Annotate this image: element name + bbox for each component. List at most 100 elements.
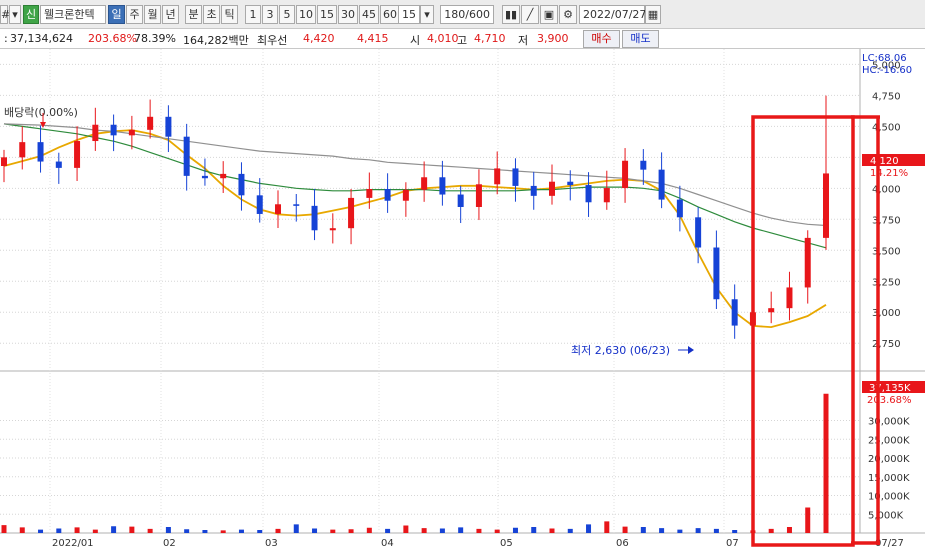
date-label: 04 [381, 538, 394, 549]
low-price: 3,900 [537, 32, 569, 45]
candle-body [622, 160, 629, 189]
date-label: 05 [500, 538, 513, 549]
volume-bar [604, 521, 610, 533]
chevron-down-icon[interactable]: ▾ [420, 5, 434, 24]
trade-amount: 164,282백만 [183, 34, 249, 47]
volume-bar [184, 529, 190, 533]
candle-body [37, 142, 44, 162]
volume-bar [1, 525, 7, 533]
volume-bar [56, 528, 62, 533]
candle-body [494, 168, 501, 185]
volume-tick-label: 30,000K [868, 417, 910, 428]
interval-3[interactable]: 3 [262, 5, 278, 24]
candle-body [366, 189, 373, 198]
tab-second[interactable]: 초 [203, 5, 220, 24]
candle-body [348, 197, 355, 229]
candle-body [110, 124, 117, 136]
tab-year[interactable]: 년 [162, 5, 179, 24]
dividend-note: 배당락(0.00%) [4, 106, 78, 119]
volume-pct-label: 203.68% [867, 395, 912, 406]
menu-mark: : [4, 32, 8, 45]
volume-value: 37,134,624 [10, 32, 73, 45]
line-tool-icon[interactable]: ╱ [521, 5, 539, 24]
tab-tick[interactable]: 틱 [221, 5, 238, 24]
stock-name-field[interactable]: 웰크론한텍 [40, 5, 106, 24]
candle-settings-icon[interactable]: ▮▮ [502, 5, 520, 24]
tab-day[interactable]: 일 [108, 5, 125, 24]
candle-body [823, 173, 829, 238]
candle-body [804, 237, 811, 288]
best-ask-label: 최우선 [257, 34, 288, 47]
volume-tick-label: 10,000K [868, 492, 910, 503]
volume-tick-label: 5,000K [868, 510, 904, 521]
volume-bar [695, 528, 701, 533]
volume-bar [713, 528, 719, 533]
quote-bar: : 37,134,624 203.68% 78.39% 164,282백만 최우… [0, 29, 925, 49]
candle-body [676, 199, 683, 218]
tab-week[interactable]: 주 [126, 5, 143, 24]
interval-10[interactable]: 10 [296, 5, 316, 24]
turnover-pct: 78.39% [134, 32, 176, 45]
candle-body [786, 287, 793, 309]
volume-bar [19, 527, 25, 533]
menu-icon[interactable]: # [0, 5, 10, 24]
gear-icon[interactable]: ⚙ [559, 5, 577, 24]
credit-checkbox[interactable]: 신 [23, 5, 39, 24]
calendar-icon[interactable]: ▦ [645, 5, 661, 24]
candle-body [329, 228, 336, 231]
candle-body [457, 194, 464, 207]
candle-body [74, 141, 81, 168]
interval-45[interactable]: 45 [359, 5, 379, 24]
volume-bar [494, 529, 500, 533]
volume-bar [732, 530, 738, 533]
high-price: 4,710 [474, 32, 506, 45]
candle-body [402, 189, 409, 201]
date-label: 2022/01 [52, 538, 94, 549]
candle-body [165, 116, 172, 137]
current-pct-label: 14.21% [870, 168, 908, 179]
volume-bar [147, 528, 153, 533]
volume-bar [659, 528, 665, 533]
volume-tick-label: 20,000K [868, 454, 910, 465]
candle-body [293, 204, 300, 206]
chevron-down-icon[interactable]: ▾ [9, 5, 21, 24]
open-label: 시 [410, 34, 421, 47]
volume-bar [458, 527, 464, 533]
interval-5[interactable]: 5 [279, 5, 295, 24]
date-label: 06 [616, 538, 629, 549]
candle-body [55, 161, 62, 168]
volume-bar [512, 527, 518, 533]
interval-select[interactable]: 15 [398, 5, 420, 24]
volume-bar [202, 530, 208, 533]
save-icon[interactable]: ▣ [540, 5, 558, 24]
interval-15[interactable]: 15 [317, 5, 337, 24]
buy-button[interactable]: 매수 [583, 30, 620, 48]
interval-60[interactable]: 60 [380, 5, 400, 24]
interval-1[interactable]: 1 [245, 5, 261, 24]
candle-body [658, 169, 665, 200]
candle-body [238, 173, 245, 196]
volume-ratio: 203.68% [88, 32, 137, 45]
volume-bar [403, 525, 409, 533]
candle-body [695, 217, 702, 248]
candle-body [128, 129, 135, 136]
volume-tick-label: 15,000K [868, 473, 910, 484]
tab-minute[interactable]: 분 [185, 5, 202, 24]
volume-bar [129, 526, 135, 533]
date-label: 02 [163, 538, 176, 549]
interval-30[interactable]: 30 [338, 5, 358, 24]
volume-tick-label: 25,000K [868, 435, 910, 446]
candle-body [421, 177, 428, 190]
price-chart[interactable]: 5,0004,7504,5004,2504,0003,7503,5003,250… [0, 49, 925, 553]
candle-body [275, 204, 281, 214]
date-field[interactable]: 2022/07/27 [579, 5, 646, 24]
count-field[interactable]: 180/600 [440, 5, 494, 24]
tab-month[interactable]: 월 [144, 5, 161, 24]
volume-bar [622, 526, 628, 533]
volume-bar [549, 528, 555, 533]
sell-button[interactable]: 매도 [622, 30, 659, 48]
volume-bar [567, 528, 573, 533]
volume-bar [293, 524, 299, 533]
candle-body [585, 185, 592, 203]
candle-body [475, 184, 482, 207]
